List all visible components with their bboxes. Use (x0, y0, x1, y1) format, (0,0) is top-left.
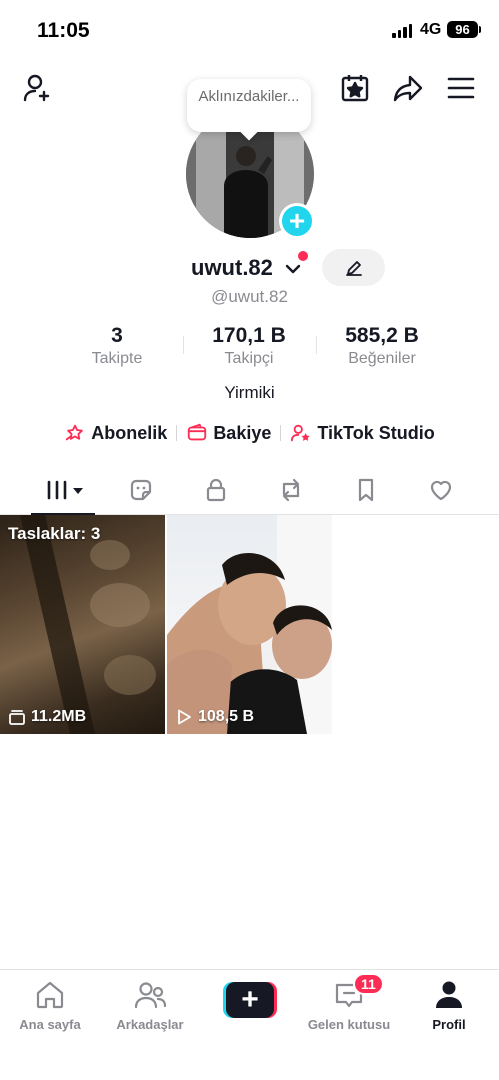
add-friend-icon[interactable] (20, 70, 56, 106)
link-label: Bakiye (213, 422, 272, 443)
create-icon: + (226, 982, 274, 1018)
link-label: Abonelik (91, 422, 168, 443)
share-icon[interactable] (390, 70, 426, 106)
profile-links: Abonelik Bakiye TikTok Studio (0, 422, 499, 444)
nav-home[interactable]: Ana sayfa (0, 978, 100, 1032)
add-avatar-button[interactable]: + (279, 203, 315, 239)
balance-link[interactable]: Bakiye (186, 422, 271, 444)
nav-label: Profil (432, 1017, 466, 1032)
tab-reposts[interactable] (269, 473, 313, 507)
stat-following[interactable]: 3 Takipte (73, 324, 161, 368)
tile-meta: 108,5 B (175, 708, 254, 726)
signal-icon (392, 24, 412, 38)
notification-dot (298, 251, 308, 261)
tile-meta: 11.2MB (8, 708, 86, 726)
repost-icon (282, 478, 300, 502)
create-button[interactable]: + (223, 982, 277, 1018)
video-tile[interactable]: 108,5 B (167, 515, 332, 734)
note-bubble[interactable]: Aklınızdakiler... (187, 79, 311, 132)
tab-private[interactable] (194, 473, 238, 507)
nav-label: Gelen kutusu (307, 1017, 391, 1032)
friends-icon (134, 982, 167, 1009)
bookmark-icon (358, 478, 374, 502)
link-divider (176, 425, 178, 441)
tab-liked[interactable] (419, 473, 463, 507)
tab-favorites[interactable] (344, 473, 388, 507)
chevron-down-icon[interactable] (283, 259, 303, 279)
star-heart-icon (66, 424, 84, 441)
drafts-size: 11.2MB (31, 708, 87, 725)
profile-icon (436, 981, 462, 1008)
link-divider (280, 425, 282, 441)
menu-icon[interactable] (443, 70, 479, 106)
studio-link[interactable]: TikTok Studio (290, 422, 435, 444)
stat-divider (183, 336, 184, 354)
drafts-thumbnail (20, 515, 156, 734)
username[interactable]: uwut.82 (191, 255, 273, 281)
stat-label: Takipçi (224, 350, 274, 367)
home-icon (36, 981, 64, 1009)
stat-value: 170,1 B (212, 324, 286, 347)
nav-label: Arkadaşlar (116, 1017, 184, 1032)
heart-icon (430, 480, 452, 501)
user-handle: @uwut.82 (211, 287, 288, 306)
lock-icon (206, 478, 226, 502)
sticker-icon (130, 479, 152, 501)
status-bar: 11:05 4G 96 (0, 0, 499, 60)
stat-value: 3 (111, 324, 123, 347)
video-thumbnail (167, 515, 332, 734)
grid-icon (47, 480, 83, 500)
video-tile-drafts[interactable]: Taslaklar: 3 11.2MB (0, 515, 165, 734)
view-count: 108,5 B (198, 708, 255, 725)
drafts-icon (9, 710, 25, 725)
stat-value: 585,2 B (345, 324, 419, 347)
tab-stickers[interactable] (119, 473, 163, 507)
drafts-count: Taslaklar: 3 (8, 524, 101, 543)
link-label: TikTok Studio (317, 422, 435, 443)
edit-profile-button[interactable] (322, 249, 385, 286)
status-time: 11:05 (37, 19, 90, 42)
nav-friends[interactable]: Arkadaşlar (100, 978, 200, 1032)
stat-label: Beğeniler (348, 350, 416, 367)
wallet-icon (188, 423, 207, 441)
stat-followers[interactable]: 170,1 B Takipçi (199, 324, 299, 368)
stat-label: Takipte (91, 350, 143, 367)
stat-divider (316, 336, 317, 354)
bottom-nav: Ana sayfa Arkadaşlar + Gelen kutusu 11 P… (0, 969, 499, 1080)
play-icon (178, 709, 191, 725)
network-type: 4G (420, 21, 442, 38)
stat-likes[interactable]: 585,2 B Beğeniler (332, 324, 432, 368)
tab-videos[interactable] (41, 473, 87, 507)
inbox-badge: 11 (353, 973, 384, 995)
nav-inbox[interactable]: Gelen kutusu (299, 978, 399, 1032)
creator-icon (291, 424, 311, 442)
battery-icon: 96 (447, 21, 481, 38)
calendar-star-icon[interactable] (337, 70, 373, 106)
content-tabs (0, 467, 499, 515)
bio-text: Yirmiki (224, 383, 275, 402)
nav-label: Ana sayfa (19, 1017, 81, 1032)
pencil-icon (345, 260, 362, 276)
nav-profile[interactable]: Profil (399, 978, 499, 1032)
subscription-link[interactable]: Abonelik (64, 422, 167, 444)
